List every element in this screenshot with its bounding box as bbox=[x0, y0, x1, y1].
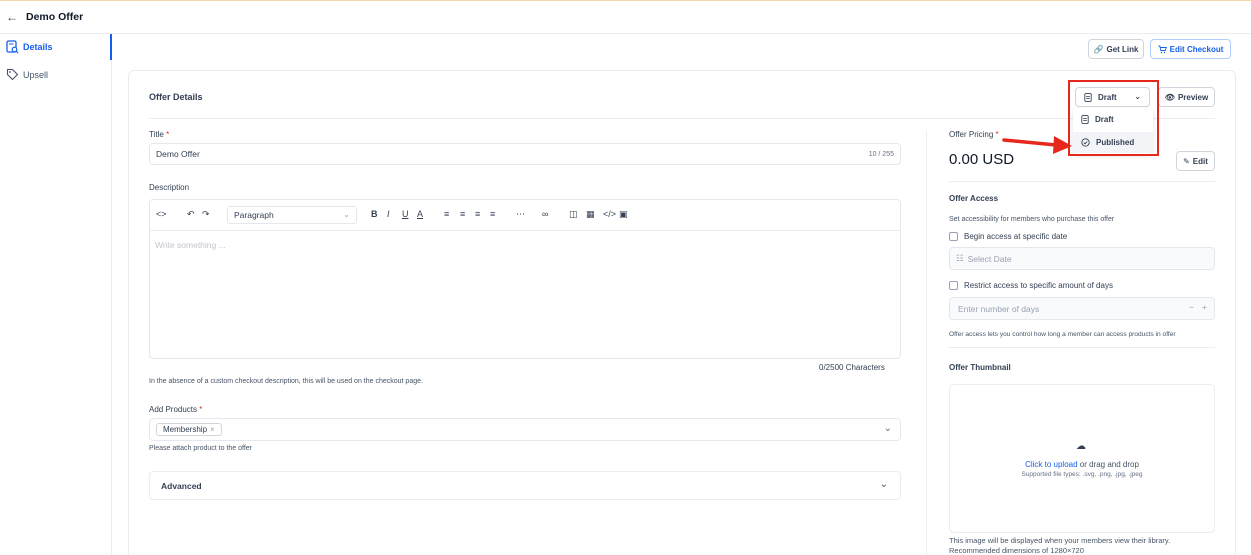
description-hint: In the absence of a custom checkout desc… bbox=[149, 378, 423, 385]
products-label: Add Products * bbox=[149, 405, 203, 414]
products-hint: Please attach product to the offer bbox=[149, 445, 252, 452]
align-right-icon[interactable]: ≡ bbox=[475, 209, 480, 219]
chevron-down-icon: ⌄ bbox=[343, 210, 350, 219]
divider bbox=[949, 181, 1215, 182]
document-icon bbox=[1081, 115, 1089, 124]
title-label: Title * bbox=[149, 130, 170, 139]
divider bbox=[149, 118, 1215, 119]
sidebar-item-label: Details bbox=[23, 42, 53, 52]
upload-cloud-icon: ☁ bbox=[1076, 441, 1086, 452]
status-option-draft[interactable]: Draft bbox=[1073, 109, 1153, 130]
editor-toolbar: <> ↶ ↷ Paragraph ⌄ B I U A ≡ ≡ ≡ ≡ ⋯ ∞ ◫… bbox=[150, 200, 900, 231]
embed-icon[interactable]: ◫ bbox=[569, 209, 578, 220]
products-select[interactable]: Membership × ⌄ bbox=[149, 418, 901, 441]
thumbnail-dimensions: Recommended dimensions of 1280×720 bbox=[949, 546, 1084, 555]
required-mark: * bbox=[199, 405, 203, 414]
check-circle-icon bbox=[1081, 138, 1090, 147]
italic-icon[interactable]: I bbox=[387, 209, 390, 219]
get-link-button[interactable]: 🔗 Get Link bbox=[1088, 39, 1144, 59]
sidebar-active-indicator bbox=[110, 34, 112, 60]
document-icon bbox=[1084, 92, 1092, 102]
image-icon[interactable]: ▣ bbox=[619, 209, 628, 220]
align-center-icon[interactable]: ≡ bbox=[460, 209, 465, 219]
required-mark: * bbox=[166, 130, 170, 139]
chevron-down-icon: ⌄ bbox=[1134, 92, 1141, 101]
restrict-access-checkbox[interactable] bbox=[949, 281, 958, 290]
table-icon[interactable]: ▦ bbox=[586, 209, 595, 220]
status-dropdown[interactable]: Draft ⌄ bbox=[1075, 87, 1150, 107]
paragraph-select[interactable]: Paragraph ⌄ bbox=[227, 206, 357, 224]
redo-icon[interactable]: ↷ bbox=[202, 209, 210, 220]
description-label: Description bbox=[149, 183, 190, 192]
upload-text: Click to upload or drag and drop bbox=[1025, 460, 1139, 469]
access-footer: Offer access lets you control how long a… bbox=[949, 331, 1176, 338]
select-date-input[interactable]: ☷ Select Date bbox=[949, 247, 1215, 270]
text-color-icon[interactable]: A bbox=[417, 209, 423, 219]
document-search-icon bbox=[6, 40, 19, 54]
title-input[interactable]: Demo Offer 10 / 255 bbox=[149, 143, 901, 165]
plus-icon[interactable]: + bbox=[1202, 302, 1207, 312]
access-subtitle: Set accessibility for members who purcha… bbox=[949, 216, 1115, 223]
begin-access-checkbox[interactable] bbox=[949, 232, 958, 241]
annotation-arrow bbox=[1002, 136, 1072, 154]
divider bbox=[949, 347, 1215, 348]
minus-icon[interactable]: − bbox=[1189, 302, 1194, 312]
align-left-icon[interactable]: ≡ bbox=[444, 209, 449, 219]
column-divider bbox=[926, 131, 927, 555]
eye-icon: 👁 bbox=[1164, 92, 1175, 102]
description-char-counter: 0/2500 Characters bbox=[819, 363, 885, 372]
edit-pricing-button[interactable]: ✎ Edit bbox=[1176, 151, 1215, 171]
preview-button[interactable]: 👁 Preview bbox=[1158, 87, 1215, 107]
chevron-down-icon: ⌄ bbox=[879, 479, 888, 490]
description-editor[interactable]: <> ↶ ↷ Paragraph ⌄ B I U A ≡ ≡ ≡ ≡ ⋯ ∞ ◫… bbox=[149, 199, 901, 359]
pricing-label: Offer Pricing * bbox=[949, 130, 999, 139]
sidebar-item-details[interactable]: Details bbox=[6, 40, 53, 54]
arrow-left-icon[interactable]: ← bbox=[6, 10, 18, 24]
restrict-access-label: Restrict access to specific amount of da… bbox=[964, 281, 1113, 290]
link-icon: 🔗 bbox=[1093, 44, 1104, 54]
begin-access-label: Begin access at specific date bbox=[964, 232, 1068, 241]
calendar-icon: ☷ bbox=[956, 253, 964, 263]
underline-icon[interactable]: U bbox=[402, 209, 409, 219]
code-view-icon[interactable]: <> bbox=[156, 209, 167, 219]
access-title: Offer Access bbox=[949, 194, 999, 203]
title-char-counter: 10 / 255 bbox=[868, 150, 894, 158]
chevron-down-icon: ⌄ bbox=[883, 423, 892, 434]
advanced-accordion[interactable]: Advanced ⌄ bbox=[149, 471, 901, 500]
top-bar: ← Demo Offer bbox=[0, 0, 1251, 34]
sidebar: Details Upsell bbox=[0, 34, 112, 555]
thumbnail-upload-area[interactable]: ☁ Click to upload or drag and drop Suppo… bbox=[949, 384, 1215, 533]
close-icon[interactable]: × bbox=[210, 425, 215, 434]
pencil-icon: ✎ bbox=[1183, 156, 1190, 166]
page-title: Demo Offer bbox=[26, 11, 84, 23]
required-mark: * bbox=[995, 130, 999, 139]
thumbnail-title: Offer Thumbnail bbox=[949, 363, 1011, 372]
tag-icon bbox=[6, 68, 19, 81]
thumbnail-note: This image will be displayed when your m… bbox=[949, 536, 1171, 545]
status-menu: Draft Published bbox=[1073, 108, 1153, 154]
align-justify-icon[interactable]: ≡ bbox=[490, 209, 495, 219]
code-block-icon[interactable]: </> bbox=[603, 209, 616, 219]
bullet-list-icon[interactable]: ⋯ bbox=[516, 209, 525, 220]
sidebar-item-label: Upsell bbox=[23, 69, 49, 80]
card-title: Offer Details bbox=[149, 92, 203, 102]
days-input[interactable]: Enter number of days − + bbox=[949, 297, 1215, 320]
bold-icon[interactable]: B bbox=[371, 209, 378, 219]
undo-icon[interactable]: ↶ bbox=[187, 209, 195, 220]
cart-icon bbox=[1158, 45, 1167, 53]
status-option-published[interactable]: Published bbox=[1073, 132, 1153, 153]
product-chip: Membership × bbox=[156, 423, 222, 436]
edit-checkout-button[interactable]: Edit Checkout bbox=[1150, 39, 1231, 59]
click-to-upload-link[interactable]: Click to upload bbox=[1025, 460, 1077, 469]
link-icon[interactable]: ∞ bbox=[542, 209, 548, 219]
upload-file-types: Supported file types: .svg, .png, .jpg, … bbox=[1021, 471, 1143, 478]
description-placeholder: Write something ... bbox=[155, 240, 226, 250]
sidebar-item-upsell[interactable]: Upsell bbox=[6, 68, 48, 81]
